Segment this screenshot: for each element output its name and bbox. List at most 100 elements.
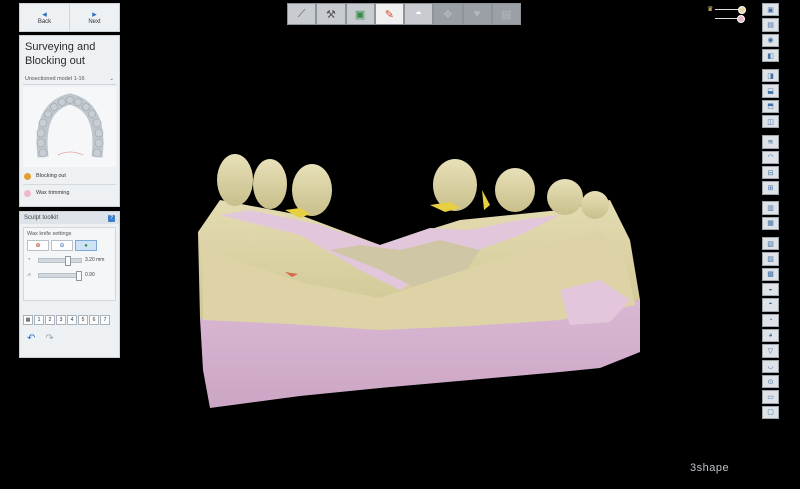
wax-knife-settings: Wax knife settings ⊕ ⊖ ● ◔ 3.20 mm ⩘ 0.9… xyxy=(23,227,116,301)
workflow-step-design2[interactable]: ♥ xyxy=(462,3,492,25)
tool-button-11[interactable]: ◓ xyxy=(762,298,779,312)
step-blocking-out[interactable]: Blocking out xyxy=(20,169,119,183)
tool-button-2[interactable]: ◠ xyxy=(762,150,779,164)
view-button-6[interactable]: ⬓ xyxy=(762,84,779,98)
step-wax-trimming[interactable]: Wax trimming xyxy=(20,186,119,200)
step-blocking-out-label: Blocking out xyxy=(36,173,66,179)
workflow-step-design[interactable]: ❖ xyxy=(433,3,463,25)
wax-trimming-icon xyxy=(24,189,31,197)
model-selector[interactable]: Unsectioned model 1-16 ⌄ xyxy=(23,73,116,85)
design-icon: ❖ xyxy=(442,8,453,21)
tool-button-4[interactable]: ⊞ xyxy=(762,181,779,195)
workflow-step-tools[interactable]: ⚒ xyxy=(316,3,346,25)
tool-button-15[interactable]: ◡ xyxy=(762,359,779,373)
layers-icon: ≋ xyxy=(767,138,774,146)
step-wax-trimming-label: Wax trimming xyxy=(36,190,70,196)
redo-icon[interactable]: ↷ xyxy=(45,333,53,344)
view-button-1[interactable]: ▣ xyxy=(762,3,779,17)
back-button-label: Back xyxy=(37,19,52,25)
preset-icon-button[interactable]: ▦ xyxy=(23,315,33,325)
help-icon[interactable]: ? xyxy=(108,214,115,222)
tool-button-7[interactable]: ▧ xyxy=(762,236,779,251)
preset-button-7[interactable]: 7 xyxy=(100,315,110,325)
toolbar-gap xyxy=(762,64,779,67)
save-icon: ▤ xyxy=(501,8,512,21)
tool-button-5[interactable]: ▥ xyxy=(762,201,779,215)
tool-button-9[interactable]: ▩ xyxy=(762,267,779,281)
plus-icon: ⊕ xyxy=(35,243,41,249)
view-button-4[interactable]: ◧ xyxy=(762,48,779,63)
divider xyxy=(23,184,116,185)
tooth-arch-diagram[interactable] xyxy=(23,87,116,167)
view-button-7[interactable]: ⬒ xyxy=(762,99,779,114)
cross-section-icon: ⊟ xyxy=(767,169,774,177)
preset-button-2[interactable]: 2 xyxy=(45,315,55,325)
model-stack-icon: ▧ xyxy=(767,240,774,248)
occlusion-icon: ⊙ xyxy=(767,378,774,386)
design2-icon: ♥ xyxy=(473,8,481,20)
preset-button-3[interactable]: 3 xyxy=(56,315,66,325)
filter-icon: ▽ xyxy=(767,347,774,355)
3d-viewport[interactable] xyxy=(0,0,800,484)
view-right-icon: ◨ xyxy=(767,72,774,80)
workflow-step-save[interactable]: ▤ xyxy=(491,3,521,25)
workflow-step-crown[interactable]: ◓ xyxy=(404,3,434,25)
clip-icon: ▥ xyxy=(767,205,774,213)
undo-icon[interactable]: ↶ xyxy=(27,333,35,344)
blocking-out-icon xyxy=(24,172,31,180)
tool-button-3[interactable]: ⊟ xyxy=(762,165,779,180)
tooth-arch-icon xyxy=(36,93,104,158)
tools-icon: ⚒ xyxy=(325,8,336,21)
strength-slider-thumb[interactable] xyxy=(76,270,82,281)
arrow-right-icon: ▸ xyxy=(92,9,97,19)
drop-icon: ● xyxy=(84,242,88,249)
tool-button-8[interactable]: ▨ xyxy=(762,252,779,266)
size-slider[interactable] xyxy=(38,255,82,266)
workflow-step-prepare[interactable]: ⟋ xyxy=(287,3,317,25)
preset-button-1[interactable]: 1 xyxy=(34,315,44,325)
transparency-knob-1[interactable] xyxy=(738,6,746,14)
view-front-icon: ▣ xyxy=(767,6,774,14)
next-button[interactable]: ▸ Next xyxy=(70,4,119,31)
tool-button-1[interactable]: ≋ xyxy=(762,135,779,149)
view-button-5[interactable]: ◨ xyxy=(762,69,779,83)
tool-button-12[interactable]: ◔ xyxy=(762,313,779,327)
transparency-slider[interactable]: ♛ xyxy=(707,5,747,23)
preset-button-4[interactable]: 4 xyxy=(67,315,77,325)
view-button-3[interactable]: ◉ xyxy=(762,33,779,47)
back-button[interactable]: ◂ Back xyxy=(20,4,70,31)
sculpt-toolkit-title: Sculpt toolkit xyxy=(24,215,59,221)
tool-button-6[interactable]: ▦ xyxy=(762,216,779,231)
size-slider-thumb[interactable] xyxy=(65,255,71,266)
arrow-left-icon: ◂ xyxy=(42,9,47,19)
tool-button-16[interactable]: ⊙ xyxy=(762,374,779,389)
preset-button-6[interactable]: 6 xyxy=(89,315,99,325)
strength-slider[interactable] xyxy=(38,270,82,281)
strength-icon: ⩘ xyxy=(27,271,31,278)
preset-number-row: ▦ 1 2 3 4 5 6 7 xyxy=(20,315,119,325)
trophy-icon: ♛ xyxy=(707,6,714,13)
view-button-8[interactable]: ◫ xyxy=(762,115,779,129)
preset-button-5[interactable]: 5 xyxy=(78,315,88,325)
navigation-panel: ◂ Back ▸ Next xyxy=(19,3,120,32)
add-wax-button[interactable]: ⊕ xyxy=(27,240,49,251)
view-button-2[interactable]: ▤ xyxy=(762,18,779,32)
tool-button-18[interactable]: ▢ xyxy=(762,405,779,419)
tool-button-14[interactable]: ▽ xyxy=(762,344,779,358)
toolbar-gap xyxy=(762,197,779,200)
marker-icon: ▦ xyxy=(767,220,774,228)
strength-value: 0.90 xyxy=(85,272,95,278)
smooth-wax-button[interactable]: ● xyxy=(75,240,97,251)
remove-wax-button[interactable]: ⊖ xyxy=(51,240,73,251)
workflow-step-model[interactable]: ▣ xyxy=(345,3,375,25)
tool-button-13[interactable]: ◕ xyxy=(762,328,779,343)
gingiva-icon: ◒ xyxy=(768,286,773,294)
tool-button-10[interactable]: ◒ xyxy=(762,282,779,297)
transparency-knob-2[interactable] xyxy=(737,15,745,23)
size-slider-row: ◔ 3.20 mm xyxy=(24,254,115,266)
workflow-step-blockout[interactable]: ✎ xyxy=(374,3,404,25)
wax-knife-settings-title: Wax knife settings xyxy=(27,231,72,237)
tool-button-17[interactable]: ▭ xyxy=(762,390,779,404)
crown-icon: ◓ xyxy=(415,8,422,20)
screenshot-icon: ▢ xyxy=(767,409,774,417)
